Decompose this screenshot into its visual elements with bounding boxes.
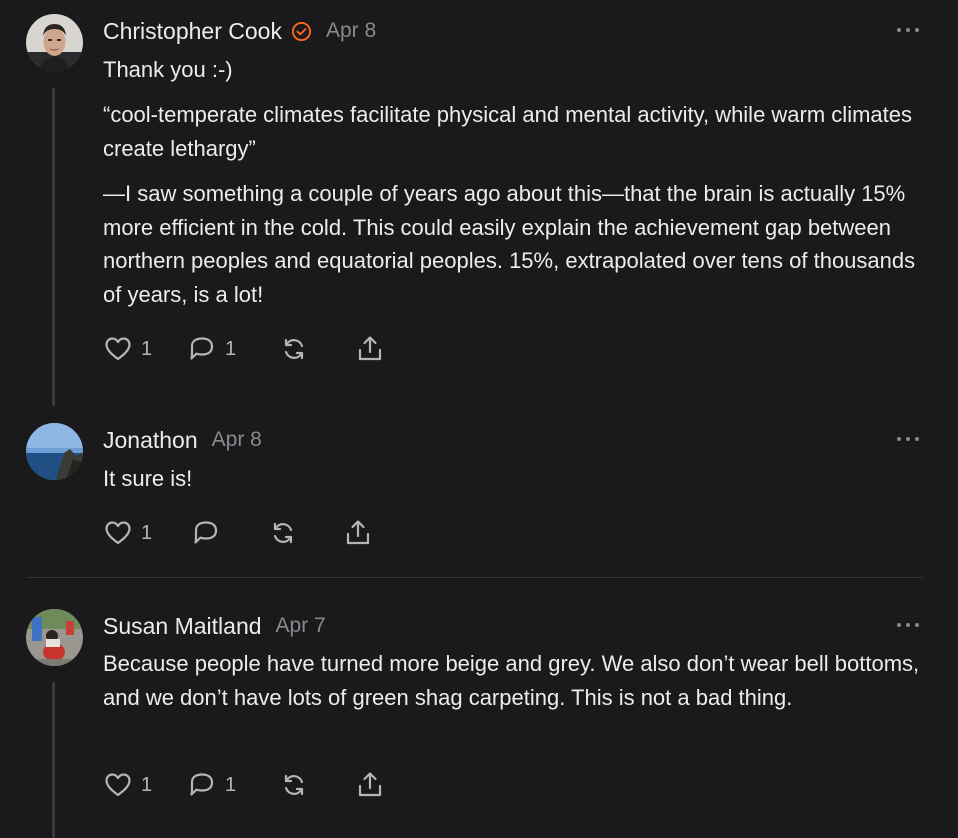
heart-icon <box>105 337 131 361</box>
restack-button[interactable] <box>268 517 298 549</box>
restack-button[interactable] <box>279 769 309 801</box>
author-name[interactable]: Christopher Cook <box>103 18 282 45</box>
comment-header: Jonathon Apr 8 <box>103 425 262 455</box>
comment-text: Thank you :-) <box>103 57 233 82</box>
share-button[interactable] <box>355 333 385 365</box>
comment-bubble-icon <box>194 521 218 544</box>
more-dots-icon[interactable] <box>893 432 923 446</box>
reply-button[interactable]: 1 <box>187 769 236 801</box>
comment-text: —I saw something a couple of years ago a… <box>103 181 916 307</box>
like-count: 1 <box>141 521 153 544</box>
heart-icon <box>105 773 131 797</box>
thread-line <box>52 682 55 838</box>
share-button[interactable] <box>343 517 373 549</box>
restack-icon <box>284 774 304 796</box>
avatar-image-christopher <box>26 14 83 71</box>
avatar-image-jonathon <box>26 423 83 480</box>
author-name[interactable]: Susan Maitland <box>103 613 262 640</box>
restack-button[interactable] <box>279 333 309 365</box>
avatar[interactable] <box>26 14 83 71</box>
comment-text: “cool-temperate climates facilitate phys… <box>103 102 912 161</box>
share-icon <box>346 520 370 545</box>
like-button[interactable]: 1 <box>103 769 152 801</box>
reply-button[interactable]: 1 <box>187 333 236 365</box>
restack-icon <box>284 338 304 360</box>
avatar[interactable] <box>26 609 83 666</box>
comment-divider <box>26 577 923 578</box>
comment-date[interactable]: Apr 8 <box>212 428 262 452</box>
heart-icon <box>105 521 131 545</box>
avatar-image-susan <box>26 609 83 666</box>
thread-line <box>52 88 55 406</box>
reply-count: 1 <box>225 773 237 796</box>
author-name[interactable]: Jonathon <box>103 427 198 454</box>
share-button[interactable] <box>355 769 385 801</box>
comment-bubble-icon <box>190 337 214 360</box>
share-icon <box>358 336 382 361</box>
like-button[interactable]: 1 <box>103 517 152 549</box>
comment-text: It sure is! <box>103 466 193 491</box>
reply-button[interactable] <box>191 517 221 549</box>
comment-bubble-icon <box>190 773 214 796</box>
like-count: 1 <box>141 337 153 360</box>
reply-count: 1 <box>225 337 237 360</box>
comment-header: Christopher Cook Apr 8 <box>103 16 376 46</box>
avatar[interactable] <box>26 423 83 480</box>
restack-icon <box>273 522 293 544</box>
like-button[interactable]: 1 <box>103 333 152 365</box>
more-dots-icon[interactable] <box>893 23 923 37</box>
comment-thread: Christopher Cook Apr 8 Thank you :-) “co… <box>0 0 958 838</box>
comment-date[interactable]: Apr 7 <box>276 614 326 638</box>
verified-check-icon <box>291 21 312 41</box>
like-count: 1 <box>141 773 153 796</box>
comment-date[interactable]: Apr 8 <box>326 19 376 43</box>
comment-header: Susan Maitland Apr 7 <box>103 611 326 641</box>
comment-text: Because people have turned more beige an… <box>103 651 920 710</box>
share-icon <box>358 772 382 797</box>
more-dots-icon[interactable] <box>893 618 923 632</box>
